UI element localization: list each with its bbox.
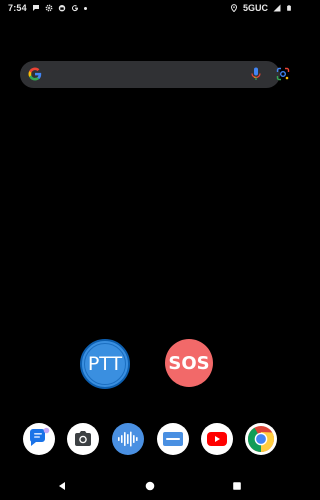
network-label: 5GUC (242, 3, 268, 13)
home-circle-icon (145, 481, 155, 491)
status-left: 7:54 (8, 3, 87, 13)
status-right: 5GUC (230, 3, 292, 13)
ptt-label: PTT (87, 353, 123, 375)
store-icon (58, 5, 66, 12)
app-dock (0, 423, 300, 461)
lens-icon[interactable] (276, 67, 290, 81)
youtube-glyph-icon (207, 432, 227, 446)
chrome-glyph-icon (247, 426, 275, 453)
recents-button[interactable] (227, 476, 247, 496)
files-app-icon[interactable] (157, 423, 189, 455)
voice-recorder-app-icon[interactable] (112, 423, 144, 455)
navigation-bar (0, 476, 300, 496)
gear-icon (45, 4, 53, 12)
location-icon (230, 4, 237, 12)
status-bar: 7:54 5GUC (0, 0, 300, 16)
youtube-app-icon[interactable] (201, 423, 233, 455)
sos-label: SOS (168, 352, 210, 374)
back-triangle-icon (59, 482, 65, 490)
recents-square-icon (233, 482, 241, 490)
battery-icon (287, 5, 291, 11)
camera-app-icon[interactable] (67, 423, 99, 455)
microphone-icon[interactable] (250, 67, 262, 81)
status-time: 7:54 (8, 3, 27, 13)
chrome-app-icon[interactable] (245, 423, 277, 455)
chat-icon (32, 5, 39, 11)
signal-icon (273, 4, 281, 12)
ptt-button[interactable]: PTT (80, 339, 130, 389)
camera-glyph-icon (75, 431, 91, 446)
google-icon (71, 5, 78, 12)
google-logo-icon (28, 67, 42, 81)
sos-button[interactable]: SOS (165, 339, 213, 387)
messages-app-icon[interactable] (23, 423, 55, 455)
waveform-icon (118, 431, 138, 447)
google-search-bar[interactable] (20, 61, 290, 88)
dot-icon (83, 6, 87, 10)
messages-glyph-icon (29, 427, 50, 446)
back-button[interactable] (52, 476, 72, 496)
home-button[interactable] (140, 476, 160, 496)
files-glyph-icon (163, 432, 183, 446)
